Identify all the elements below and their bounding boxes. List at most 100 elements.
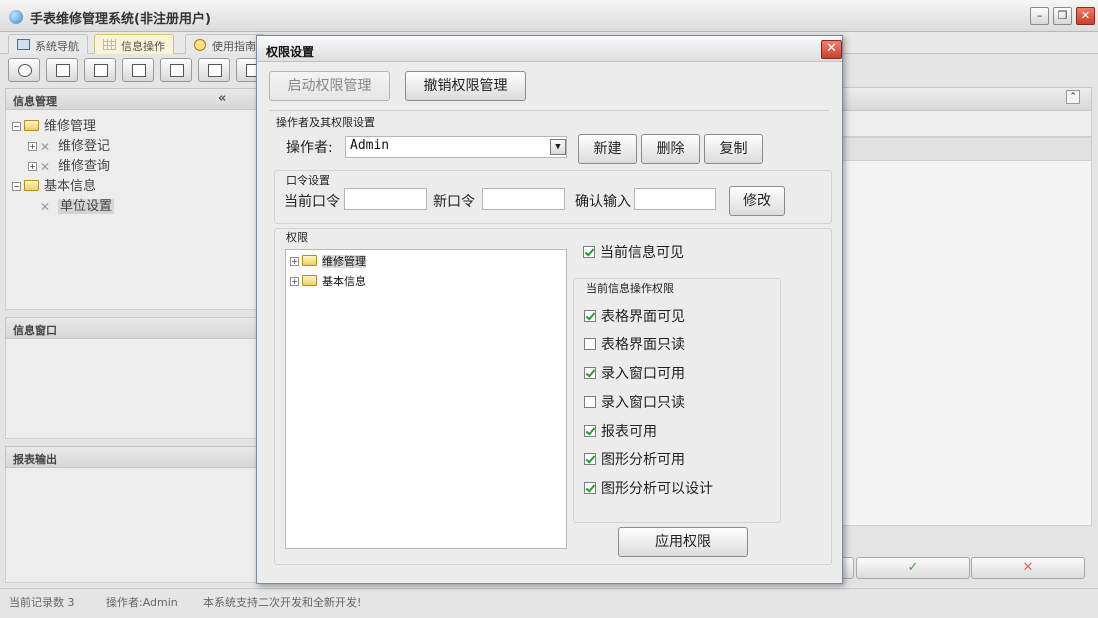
checkbox-box[interactable] [584, 425, 596, 437]
folder-icon [302, 275, 317, 286]
status-bar: 当前记录数 3 操作者:Admin 本系统支持二次开发和全新开发! [0, 588, 1098, 612]
password-group-title: 口令设置 [284, 172, 332, 188]
permission-tree[interactable]: + 维修管理 + 基本信息 [285, 249, 567, 549]
checkbox-box[interactable] [584, 367, 596, 379]
content-pane-header: ⌃ [840, 87, 1092, 111]
op-checkbox-form-enabled[interactable]: 录入窗口可用 [584, 363, 685, 383]
collapse-node-icon[interactable]: − [12, 182, 21, 191]
perm-tree-node-repair-mgmt[interactable]: + 维修管理 [290, 253, 366, 269]
current-password-label: 当前口令 [284, 194, 340, 210]
expand-node-icon[interactable]: + [290, 277, 299, 286]
op-checkbox-grid-readonly[interactable]: 表格界面只读 [584, 334, 685, 354]
report-output-body [5, 468, 257, 583]
collapse-up-icon[interactable]: ⌃ [1066, 90, 1080, 104]
export-tool-button[interactable] [198, 58, 230, 82]
restore-button[interactable]: ❐ [1053, 7, 1072, 25]
minimize-button[interactable]: – [1030, 7, 1049, 25]
permission-group-title: 权限 [284, 229, 310, 245]
dialog-title-bar: 权限设置 ✕ [257, 36, 842, 62]
revoke-permission-button[interactable]: 撤销权限管理 [405, 71, 526, 101]
confirm-button[interactable]: ✓ [856, 557, 970, 579]
tree-node-basic-info[interactable]: − 基本信息 [12, 175, 96, 194]
dialog-title: 权限设置 [266, 45, 315, 59]
tools-icon: ✕ [40, 200, 51, 214]
confirm-password-label: 确认输入 [575, 194, 631, 210]
status-record-count: 当前记录数 3 [9, 596, 75, 609]
tree-node-repair-query[interactable]: + ✕ 维修查询 [28, 155, 110, 174]
window-icon [170, 64, 184, 77]
confirm-password-input[interactable] [634, 188, 716, 210]
expand-node-icon[interactable]: + [28, 142, 37, 151]
expand-node-icon[interactable]: + [28, 162, 37, 171]
folder-icon [24, 180, 39, 191]
checkbox-box[interactable] [584, 482, 596, 494]
search-icon [18, 64, 32, 77]
operation-permission-title: 当前信息操作权限 [584, 280, 676, 296]
tree-node-repair-mgmt[interactable]: − 维修管理 [12, 115, 96, 134]
operator-group-title: 操作者及其权限设置 [274, 114, 377, 130]
apply-permission-button[interactable]: 应用权限 [618, 527, 748, 557]
new-password-label: 新口令 [433, 194, 475, 210]
operator-select[interactable]: Admin ▼ [345, 136, 567, 158]
op-checkbox-chart-enabled[interactable]: 图形分析可用 [584, 449, 685, 469]
folder-icon [24, 120, 39, 131]
current-info-visible-checkbox[interactable]: 当前信息可见 [583, 242, 684, 262]
checkbox-box[interactable] [584, 338, 596, 350]
op-checkbox-grid-visible[interactable]: 表格界面可见 [584, 306, 685, 326]
list-tool-button[interactable] [46, 58, 78, 82]
title-bar: 手表维修管理系统(非注册用户) – ❐ ✕ [0, 0, 1098, 32]
new-operator-button[interactable]: 新建 [578, 134, 637, 164]
tab-info-ops[interactable]: 信息操作 [94, 34, 174, 54]
checkbox-box[interactable] [584, 396, 596, 408]
content-pane-strip [840, 111, 1092, 137]
status-note: 本系统支持二次开发和全新开发! [203, 596, 362, 609]
export-icon [208, 64, 222, 77]
new-password-input[interactable] [482, 188, 565, 210]
tree-node-unit-settings[interactable]: ✕ 单位设置 [40, 195, 115, 214]
tab-user-guide[interactable]: 使用指南 [185, 34, 265, 54]
close-icon: ✕ [826, 41, 837, 56]
tree-node-repair-register[interactable]: + ✕ 维修登记 [28, 135, 110, 154]
permission-dialog: 权限设置 ✕ 启动权限管理 撤销权限管理 操作者及其权限设置 操作者: Admi… [256, 35, 843, 584]
cross-icon: ✕ [1022, 560, 1034, 575]
enable-permission-button[interactable]: 启动权限管理 [269, 71, 390, 101]
checkbox-box[interactable] [584, 310, 596, 322]
op-checkbox-report-enabled[interactable]: 报表可用 [584, 421, 657, 441]
window-tool-button[interactable] [160, 58, 192, 82]
collapse-node-icon[interactable]: − [12, 122, 21, 131]
info-window-body [5, 339, 257, 439]
tools-icon: ✕ [40, 140, 51, 154]
delete-operator-button[interactable]: 删除 [641, 134, 700, 164]
modify-password-button[interactable]: 修改 [729, 186, 785, 216]
collapse-icon[interactable]: « [218, 91, 226, 106]
grid-body [840, 161, 1092, 526]
dialog-close-button[interactable]: ✕ [821, 40, 842, 59]
help-icon [194, 39, 206, 51]
copy-operator-button[interactable]: 复制 [704, 134, 763, 164]
tab-system-nav[interactable]: 系统导航 [8, 34, 88, 54]
info-window-header: 信息窗口 [5, 317, 257, 339]
list-icon [56, 64, 70, 77]
current-password-input[interactable] [344, 188, 427, 210]
divider [269, 110, 829, 111]
window-title: 手表维修管理系统(非注册用户) [30, 12, 211, 27]
users-tool-button[interactable] [122, 58, 154, 82]
perm-tree-node-basic-info[interactable]: + 基本信息 [290, 273, 366, 289]
checkbox-box[interactable] [583, 246, 595, 258]
cancel-button[interactable]: ✕ [971, 557, 1085, 579]
chevron-down-icon[interactable]: ▼ [550, 139, 566, 155]
close-button[interactable]: ✕ [1076, 7, 1095, 25]
content-pane: ⌃ ✓ ✕ [840, 87, 1092, 587]
op-checkbox-form-readonly[interactable]: 录入窗口只读 [584, 392, 685, 412]
info-mgmt-tree: − 维修管理 + ✕ 维修登记 + ✕ 维修查询 − 基本信息 ✕ 单位设置 [5, 110, 257, 310]
document-icon [94, 64, 108, 77]
document-tool-button[interactable] [84, 58, 116, 82]
check-icon: ✓ [907, 560, 919, 575]
checkbox-box[interactable] [584, 453, 596, 465]
report-output-header: 报表输出 [5, 446, 257, 468]
folder-icon [302, 255, 317, 266]
search-tool-button[interactable] [8, 58, 40, 82]
expand-node-icon[interactable]: + [290, 257, 299, 266]
op-checkbox-chart-design[interactable]: 图形分析可以设计 [584, 478, 713, 498]
grid-header [840, 137, 1092, 161]
